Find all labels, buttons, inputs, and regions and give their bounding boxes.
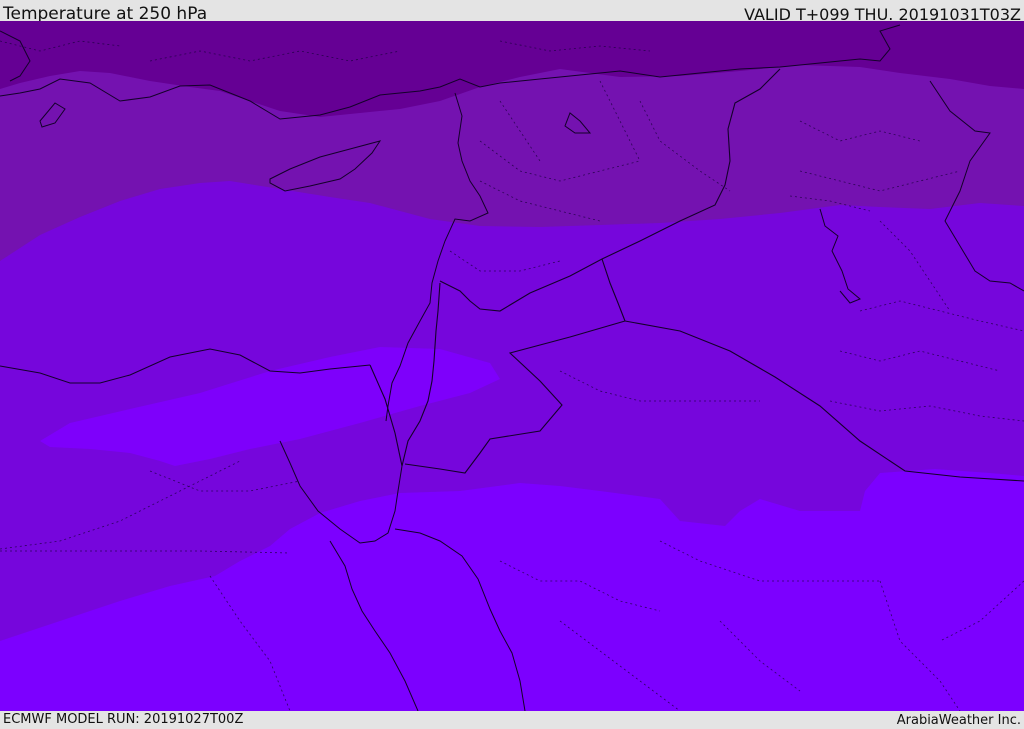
weather-map-frame: Temperature at 250 hPa VALID T+099 THU. …: [0, 0, 1024, 729]
header-bar: Temperature at 250 hPa VALID T+099 THU. …: [0, 0, 1024, 24]
credit-label: ArabiaWeather Inc.: [896, 713, 1021, 728]
temperature-map-svg: [0, 21, 1024, 711]
temperature-map: [0, 21, 1024, 711]
model-run-label: ECMWF MODEL RUN: 20191027T00Z: [3, 712, 244, 727]
footer-bar: ECMWF MODEL RUN: 20191027T00Z ArabiaWeat…: [0, 711, 1024, 729]
